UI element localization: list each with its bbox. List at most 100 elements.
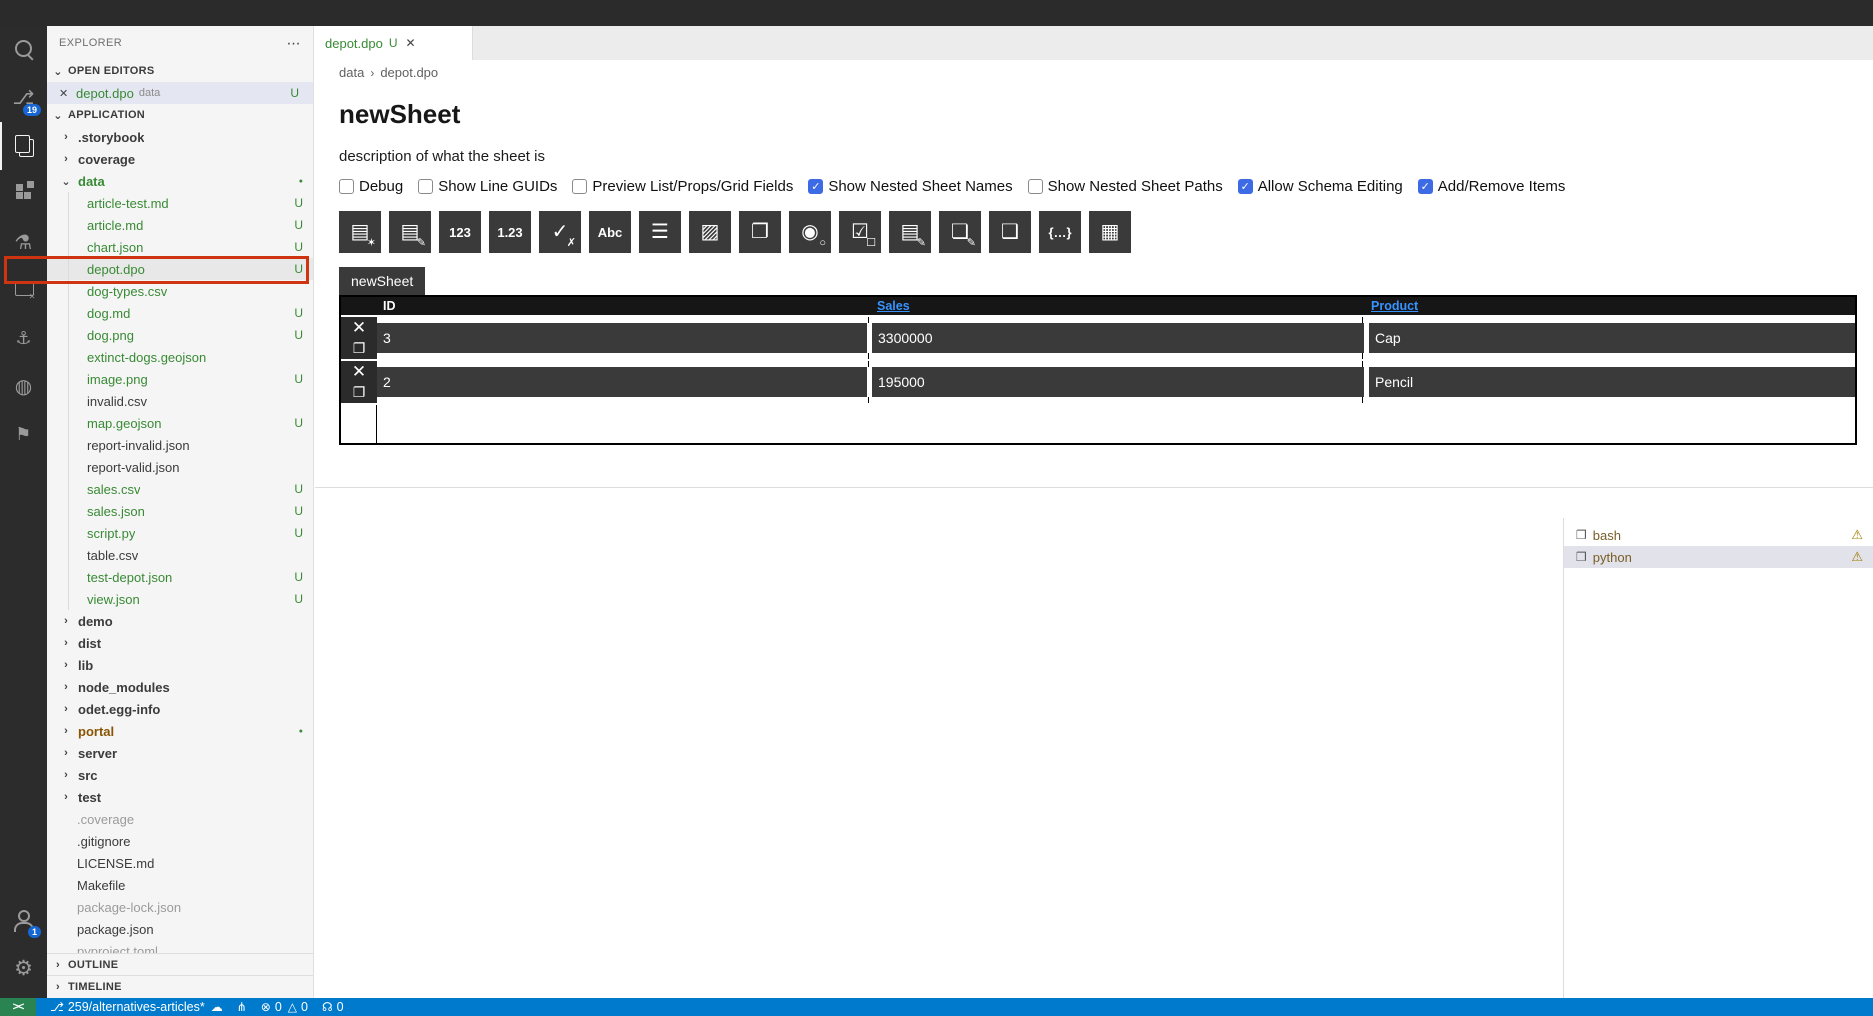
option-checkbox[interactable]: Add/Remove Items bbox=[1418, 178, 1566, 195]
activity-bar-icon[interactable] bbox=[0, 218, 47, 266]
duplicate-row-button[interactable]: ❐ bbox=[353, 384, 366, 400]
tree-item[interactable]: .gitignore bbox=[47, 830, 313, 852]
activity-bar-icon[interactable] bbox=[0, 314, 47, 362]
tree-item[interactable]: › lib bbox=[47, 654, 313, 676]
activity-bar-icon[interactable] bbox=[0, 122, 47, 170]
tree-item[interactable]: dog-types.csv bbox=[47, 280, 313, 302]
tree-item[interactable]: LICENSE.md bbox=[47, 852, 313, 874]
checkbox-icon[interactable] bbox=[572, 179, 587, 194]
breadcrumb-file[interactable]: depot.dpo bbox=[380, 65, 438, 80]
activity-bar-icon[interactable] bbox=[0, 26, 47, 74]
option-checkbox[interactable]: Show Nested Sheet Paths bbox=[1028, 178, 1223, 195]
toolbar-button[interactable]: ◉ ○ bbox=[789, 211, 831, 253]
option-checkbox[interactable]: Debug bbox=[339, 178, 403, 195]
column-header-product[interactable]: Product bbox=[1371, 299, 1418, 313]
option-checkbox[interactable]: Show Line GUIDs bbox=[418, 178, 557, 195]
terminal-instance-row[interactable]: ❒ bash ⚠ bbox=[1564, 524, 1873, 546]
checkbox-icon[interactable] bbox=[808, 179, 823, 194]
tree-item[interactable]: package-lock.json bbox=[47, 896, 313, 918]
toolbar-button[interactable]: ▤ ✎ bbox=[389, 211, 431, 253]
tree-item[interactable]: script.py U bbox=[47, 522, 313, 544]
toolbar-button[interactable]: ▤ ✶ bbox=[339, 211, 381, 253]
cell-id[interactable]: 2 bbox=[377, 367, 867, 397]
toolbar-button[interactable]: ▤ ✎ bbox=[889, 211, 931, 253]
activity-bar-icon[interactable] bbox=[0, 944, 47, 992]
toolbar-button[interactable]: 1.23 bbox=[489, 211, 531, 253]
tree-item[interactable]: table.csv bbox=[47, 544, 313, 566]
tree-item[interactable]: invalid.csv bbox=[47, 390, 313, 412]
tree-item[interactable]: extinct-dogs.geojson bbox=[47, 346, 313, 368]
tree-item[interactable]: › .storybook bbox=[47, 126, 313, 148]
tree-item[interactable]: article.md U bbox=[47, 214, 313, 236]
tree-item[interactable]: image.png U bbox=[47, 368, 313, 390]
tree-item[interactable]: .coverage bbox=[47, 808, 313, 830]
status-item[interactable]: ⋔ bbox=[237, 1000, 247, 1014]
tree-item[interactable]: dog.md U bbox=[47, 302, 313, 324]
toolbar-button[interactable]: ✓ ✗ bbox=[539, 211, 581, 253]
tree-item[interactable]: ⌄ data ● bbox=[47, 170, 313, 192]
tree-item[interactable]: sales.csv U bbox=[47, 478, 313, 500]
tree-item[interactable]: report-valid.json bbox=[47, 456, 313, 478]
checkbox-icon[interactable] bbox=[418, 179, 433, 194]
cell-product[interactable]: Cap bbox=[1369, 323, 1855, 353]
tree-item[interactable]: test-depot.json U bbox=[47, 566, 313, 588]
delete-row-button[interactable]: ✕ bbox=[352, 319, 366, 337]
delete-row-button[interactable]: ✕ bbox=[352, 363, 366, 381]
toolbar-button[interactable]: ❐ bbox=[739, 211, 781, 253]
status-item[interactable]: ☊ 0 bbox=[322, 1000, 344, 1014]
tree-item[interactable]: › portal ● bbox=[47, 720, 313, 742]
activity-bar-icon[interactable] bbox=[0, 410, 47, 458]
tree-item[interactable]: article-test.md U bbox=[47, 192, 313, 214]
option-checkbox[interactable]: Allow Schema Editing bbox=[1238, 178, 1403, 195]
tree-item[interactable]: view.json U bbox=[47, 588, 313, 610]
tree-item[interactable]: › odet.egg-info bbox=[47, 698, 313, 720]
checkbox-icon[interactable] bbox=[339, 179, 354, 194]
tree-item[interactable]: › test bbox=[47, 786, 313, 808]
activity-bar-icon[interactable] bbox=[0, 170, 47, 218]
cell-sales[interactable]: 195000 bbox=[872, 367, 1364, 397]
toolbar-button[interactable]: ☑ ☐ bbox=[839, 211, 881, 253]
checkbox-icon[interactable] bbox=[1028, 179, 1043, 194]
tab-depot-dpo[interactable]: depot.dpo U ✕ bbox=[315, 26, 473, 60]
cell-product[interactable]: Pencil bbox=[1369, 367, 1855, 397]
tree-item[interactable]: pyproject.toml bbox=[47, 940, 313, 953]
activity-bar-icon[interactable] bbox=[0, 362, 47, 410]
status-item[interactable]: ⎇ 259/alternatives-articles* bbox=[50, 1000, 205, 1014]
tree-item[interactable]: › coverage bbox=[47, 148, 313, 170]
tree-item[interactable]: › dist bbox=[47, 632, 313, 654]
remote-indicator[interactable]: >< bbox=[0, 998, 36, 1016]
activity-bar-icon[interactable]: 1 bbox=[0, 896, 47, 944]
toolbar-button[interactable]: 123 bbox=[439, 211, 481, 253]
toolbar-button[interactable]: ▦ bbox=[1089, 211, 1131, 253]
tree-item[interactable]: sales.json U bbox=[47, 500, 313, 522]
insert-strip[interactable] bbox=[377, 397, 1855, 403]
close-icon[interactable]: ✕ bbox=[406, 36, 416, 50]
outline-section[interactable]: › OUTLINE bbox=[47, 953, 313, 975]
terminal-instance-row[interactable]: ❒ python ⚠ bbox=[1564, 546, 1873, 568]
toolbar-button[interactable]: ❏ ✎ bbox=[939, 211, 981, 253]
column-header-sales[interactable]: Sales bbox=[877, 299, 910, 313]
toolbar-button[interactable]: ❑ bbox=[989, 211, 1031, 253]
cell-id[interactable]: 3 bbox=[377, 323, 867, 353]
tree-item[interactable]: chart.json U bbox=[47, 236, 313, 258]
activity-bar-icon[interactable] bbox=[0, 266, 47, 314]
toolbar-button[interactable]: ▨ bbox=[689, 211, 731, 253]
tree-item[interactable]: package.json bbox=[47, 918, 313, 940]
breadcrumb-folder[interactable]: data bbox=[339, 65, 364, 80]
activity-bar-icon[interactable]: 19 bbox=[0, 74, 47, 122]
status-item[interactable]: ☁ bbox=[211, 1000, 223, 1014]
checkbox-icon[interactable] bbox=[1238, 179, 1253, 194]
cell-sales[interactable]: 3300000 bbox=[872, 323, 1364, 353]
duplicate-row-button[interactable]: ❐ bbox=[353, 340, 366, 356]
tree-item[interactable]: › server bbox=[47, 742, 313, 764]
tree-item[interactable]: › demo bbox=[47, 610, 313, 632]
insert-strip[interactable] bbox=[377, 353, 1855, 359]
toolbar-button[interactable]: {…} bbox=[1039, 211, 1081, 253]
option-checkbox[interactable]: Show Nested Sheet Names bbox=[808, 178, 1012, 195]
sidebar-more-icon[interactable]: ⋯ bbox=[287, 35, 301, 52]
tree-item[interactable]: report-invalid.json bbox=[47, 434, 313, 456]
toolbar-button[interactable]: ☰ bbox=[639, 211, 681, 253]
open-editor-item[interactable]: ✕ depot.dpo data U bbox=[47, 82, 313, 104]
status-item[interactable]: △ 0 bbox=[288, 1000, 308, 1014]
close-icon[interactable]: ✕ bbox=[59, 87, 71, 100]
